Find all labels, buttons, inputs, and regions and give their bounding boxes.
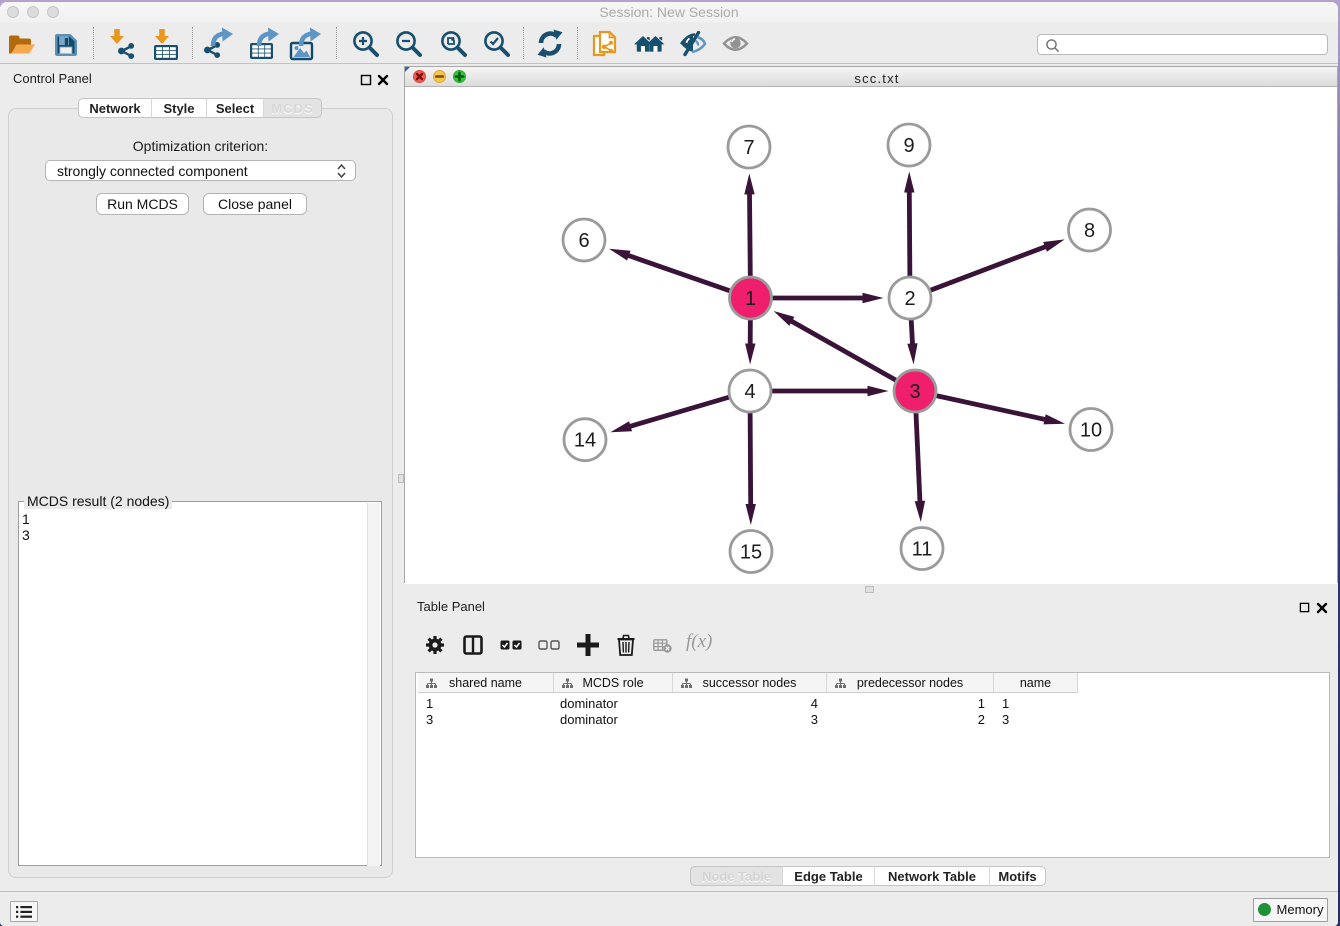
svg-text:3: 3 <box>909 381 920 403</box>
svg-text:14: 14 <box>574 430 596 452</box>
svg-text:8: 8 <box>1084 220 1095 242</box>
svg-text:1: 1 <box>745 288 756 310</box>
svg-text:7: 7 <box>743 137 754 159</box>
svg-text:15: 15 <box>740 542 762 564</box>
svg-text:9: 9 <box>903 135 914 157</box>
svg-text:6: 6 <box>578 230 589 252</box>
svg-text:10: 10 <box>1080 420 1102 442</box>
svg-text:4: 4 <box>744 381 755 403</box>
svg-text:11: 11 <box>912 539 933 561</box>
svg-text:2: 2 <box>904 288 915 310</box>
